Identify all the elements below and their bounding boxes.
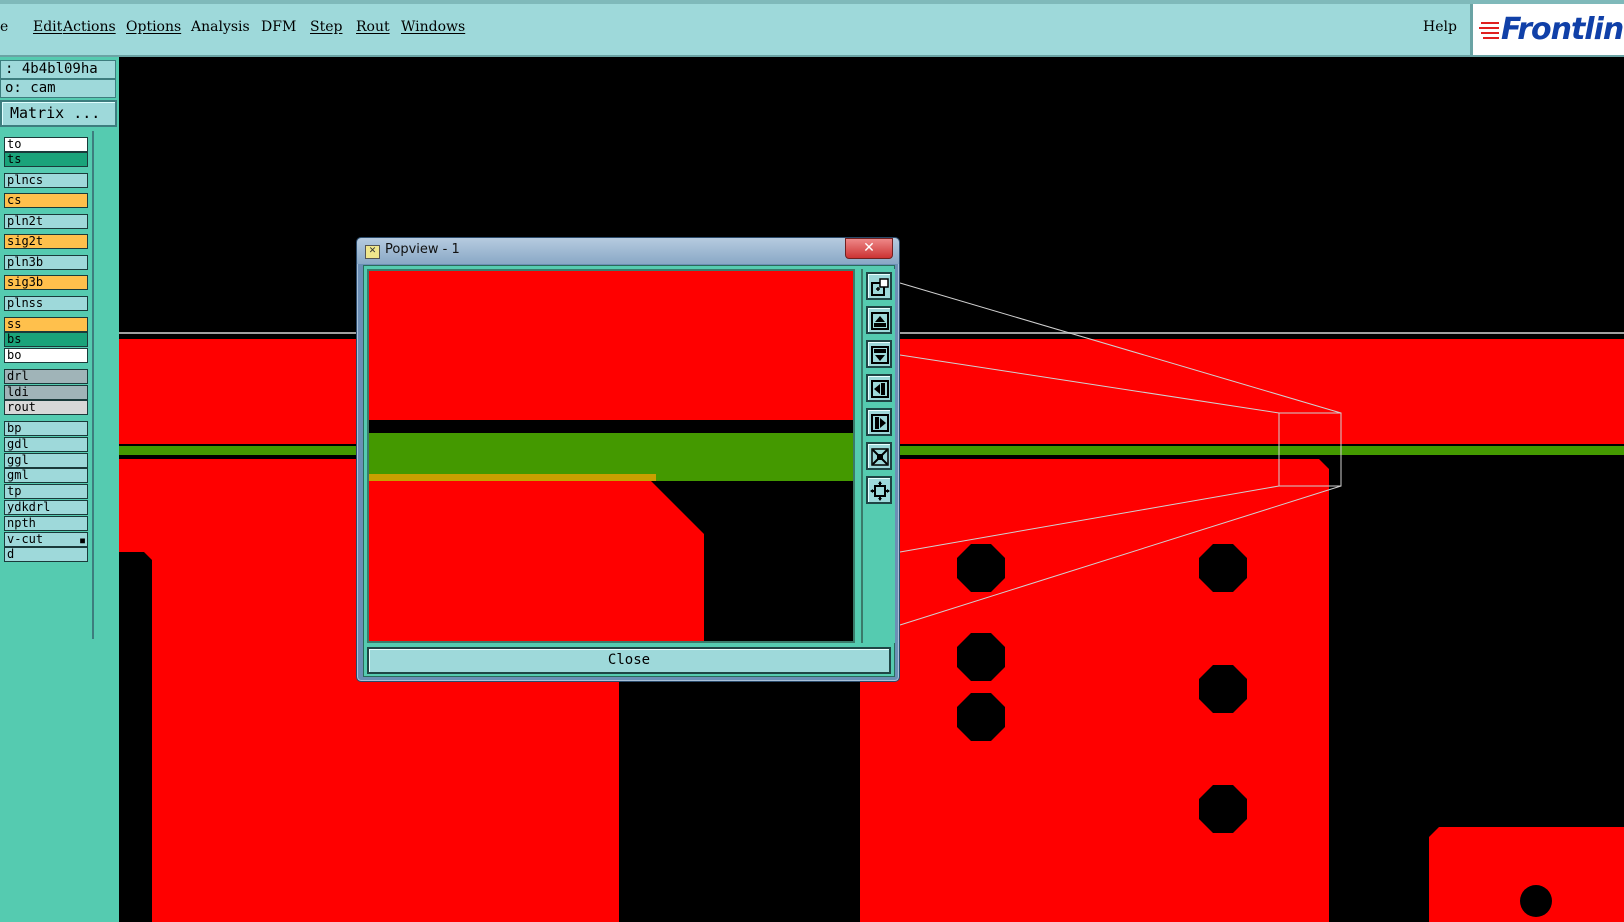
- layer-bs[interactable]: bs: [4, 332, 88, 347]
- layer-label: ss: [7, 317, 22, 331]
- layer-npth[interactable]: npth: [4, 516, 88, 531]
- zoomed-trace-edge: [369, 474, 656, 481]
- layer-label: ggl: [7, 453, 29, 467]
- layer-ldi[interactable]: ldi: [4, 385, 88, 400]
- layer-pln3b[interactable]: pln3b: [4, 255, 88, 270]
- layer-d[interactable]: d: [4, 547, 88, 562]
- menu-windows[interactable]: Windows: [401, 19, 465, 35]
- menu-actions[interactable]: Actions: [63, 19, 116, 35]
- layer-label: d: [7, 547, 15, 561]
- layer-v-cut[interactable]: v-cut ■: [4, 532, 88, 547]
- layer-bo[interactable]: bo: [4, 348, 88, 363]
- popview-toolbar: [861, 269, 895, 643]
- left-panel: : 4b4bl09ha o: cam Matrix ... to ts plncs c…: [0, 57, 119, 922]
- layer-label: tp: [7, 484, 22, 498]
- layer-label: pln2t: [7, 214, 44, 228]
- frontline-logo: Frontline: [1470, 4, 1624, 55]
- logo-text: Frontline: [1501, 12, 1624, 47]
- layer-rout[interactable]: rout: [4, 400, 88, 415]
- layer-label: bp: [7, 421, 22, 435]
- zoom-in-button[interactable]: [866, 442, 892, 470]
- layer-label: npth: [7, 516, 36, 530]
- menu-options[interactable]: Options: [126, 19, 181, 35]
- zoom-in-icon: [871, 448, 889, 466]
- pan-up-button[interactable]: [866, 306, 892, 334]
- menu-step[interactable]: Step: [310, 19, 342, 35]
- pan-left-button[interactable]: [866, 374, 892, 402]
- layer-sig3b[interactable]: sig3b: [4, 275, 88, 290]
- layer-gdl[interactable]: gdl: [4, 437, 88, 452]
- layer-label: drl: [7, 369, 29, 383]
- zoom-home-icon: [871, 278, 889, 296]
- layer-ts[interactable]: ts: [4, 152, 88, 167]
- zoom-out-icon: [870, 481, 890, 501]
- layer-plncs[interactable]: plncs: [4, 173, 88, 188]
- layer-cs[interactable]: cs: [4, 193, 88, 208]
- layer-label: gml: [7, 468, 29, 482]
- layer-gml[interactable]: gml: [4, 468, 88, 483]
- pan-down-icon: [871, 346, 889, 364]
- zoomed-green-trace: [369, 433, 853, 481]
- layer-label: ts: [7, 152, 22, 166]
- layer-label: plncs: [7, 173, 44, 187]
- popview-artwork: [369, 271, 853, 641]
- layer-label: v-cut: [7, 532, 44, 546]
- layer-ggl[interactable]: ggl: [4, 453, 88, 468]
- pan-right-button[interactable]: [866, 408, 892, 436]
- popview-body: Close: [363, 265, 895, 677]
- layer-plnss[interactable]: plnss: [4, 296, 88, 311]
- via-hole: [1520, 885, 1552, 917]
- layer-label: gdl: [7, 437, 29, 451]
- zoomed-copper-top: [369, 271, 853, 420]
- menu-analysis[interactable]: Analysis: [191, 19, 250, 35]
- layer-label: rout: [7, 400, 36, 414]
- layer-to[interactable]: to: [4, 137, 88, 152]
- layer-drl[interactable]: drl: [4, 369, 88, 384]
- layer-ydkdrl[interactable]: ydkdrl: [4, 500, 88, 515]
- menu-edit[interactable]: Edit: [33, 19, 62, 35]
- pan-up-icon: [871, 312, 889, 330]
- zoom-out-button[interactable]: [866, 476, 892, 504]
- pan-down-button[interactable]: [866, 340, 892, 368]
- menu-file[interactable]: e: [0, 19, 8, 35]
- layer-sig2t[interactable]: sig2t: [4, 234, 88, 249]
- window-close-button[interactable]: ✕: [845, 238, 893, 259]
- zoomed-copper-bottom: [369, 481, 704, 641]
- layer-label: plnss: [7, 296, 44, 310]
- menu-dfm[interactable]: DFM: [261, 19, 296, 35]
- pan-left-icon: [871, 380, 889, 398]
- layer-label: sig2t: [7, 234, 44, 248]
- job-name-field: : 4b4bl09ha: [0, 60, 116, 79]
- layer-label: pln3b: [7, 255, 44, 269]
- popview-close-button[interactable]: Close: [367, 647, 891, 674]
- layer-label: ldi: [7, 385, 29, 399]
- menu-bar: e Edit Actions Options Analysis DFM Step…: [0, 0, 1624, 57]
- layer-label: sig3b: [7, 275, 44, 289]
- menu-help[interactable]: Help: [1423, 19, 1457, 35]
- layer-label: to: [7, 137, 22, 151]
- pan-right-icon: [871, 414, 889, 432]
- popview-title: Popview - 1: [385, 242, 460, 257]
- layer-label: bs: [7, 332, 22, 346]
- step-name-field: o: cam: [0, 79, 116, 98]
- layer-bp[interactable]: bp: [4, 421, 88, 436]
- layer-pln2t[interactable]: pln2t: [4, 214, 88, 229]
- layer-tp[interactable]: tp: [4, 484, 88, 499]
- layer-label: ydkdrl: [7, 500, 51, 514]
- logo-speed-lines-icon: [1479, 22, 1499, 39]
- matrix-button[interactable]: Matrix ...: [0, 100, 117, 127]
- popview-titlebar[interactable]: ✕ Popview - 1 ✕: [357, 238, 899, 264]
- window-icon: ✕: [365, 245, 380, 259]
- layer-label: cs: [7, 193, 22, 207]
- popview-window: ✕ Popview - 1 ✕ Close: [356, 237, 900, 682]
- popview-viewport[interactable]: [367, 269, 855, 643]
- zoom-home-button[interactable]: [866, 272, 892, 300]
- layer-mark-icon: ■: [80, 536, 85, 545]
- layer-list: to ts plncs cs pln2t sig2t pln3b sig3b plnss ss bs…: [0, 131, 94, 639]
- layer-label: bo: [7, 348, 22, 362]
- menu-rout[interactable]: Rout: [356, 19, 390, 35]
- layer-ss[interactable]: ss: [4, 317, 88, 332]
